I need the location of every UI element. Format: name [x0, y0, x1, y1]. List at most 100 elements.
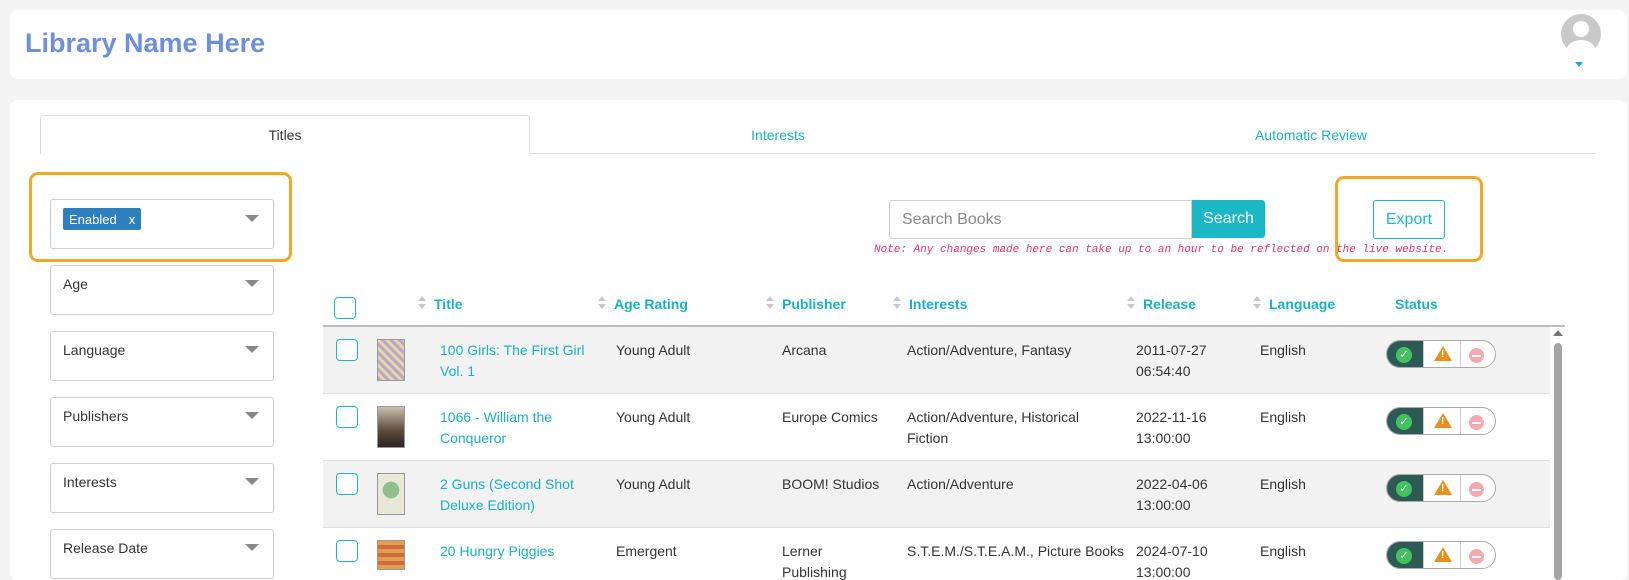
interests-cell: Action/Adventure, Fantasy	[907, 342, 1072, 358]
warning-icon[interactable]: !	[1434, 413, 1452, 428]
row-checkbox[interactable]	[336, 339, 358, 361]
status-toggle[interactable]: ✓ !	[1386, 340, 1496, 368]
column-header-interests[interactable]: Interests	[909, 296, 967, 312]
status-enabled-button[interactable]: ✓	[1387, 475, 1423, 501]
column-header-publisher[interactable]: Publisher	[782, 296, 846, 312]
tab-automatic-review[interactable]: Automatic Review	[1026, 115, 1596, 154]
interests-cell: Action/Adventure	[907, 476, 1014, 492]
search-input[interactable]: Search Books	[889, 200, 1192, 239]
sort-icon[interactable]	[766, 296, 774, 310]
row-checkbox[interactable]	[336, 540, 358, 562]
status-toggle[interactable]: ✓ !	[1386, 474, 1496, 502]
status-chip-label: Enabled	[69, 211, 117, 227]
age-rating-cell: Young Adult	[616, 409, 691, 425]
book-cover-image	[377, 473, 405, 515]
language-cell: English	[1260, 409, 1306, 425]
check-icon: ✓	[1396, 548, 1412, 564]
publishers-filter[interactable]: Publishers	[50, 397, 274, 447]
language-cell: English	[1260, 342, 1306, 358]
interests-cell: Action/Adventure, Historical Fiction	[907, 409, 1079, 446]
table-row: 1066 - William the Conqueror Young Adult …	[323, 394, 1550, 461]
chip-remove-icon[interactable]: x	[129, 212, 136, 227]
publishers-filter-label: Publishers	[63, 408, 129, 424]
warning-icon[interactable]: !	[1434, 547, 1452, 562]
language-filter[interactable]: Language	[50, 331, 274, 381]
chevron-down-icon[interactable]	[245, 346, 259, 353]
table-row: 100 Girls: The First Girl Vol. 1 Young Ad…	[323, 327, 1550, 394]
status-enabled-button[interactable]: ✓	[1387, 341, 1423, 367]
release-cell: 2011-07-27 06:54:40	[1136, 342, 1207, 379]
interests-filter[interactable]: Interests	[50, 463, 274, 513]
table-scrollbar[interactable]	[1554, 343, 1562, 580]
book-cover-image	[377, 339, 405, 381]
language-cell: English	[1260, 543, 1306, 559]
sort-icon[interactable]	[598, 296, 606, 310]
row-checkbox[interactable]	[336, 473, 358, 495]
release-cell: 2022-11-16 13:00:00	[1136, 409, 1207, 446]
export-button[interactable]: Export	[1373, 200, 1445, 239]
title-link[interactable]: 20 Hungry Piggies	[440, 541, 554, 562]
select-all-checkbox[interactable]	[334, 297, 356, 319]
chevron-down-icon[interactable]	[245, 412, 259, 419]
column-header-age-rating[interactable]: Age Rating	[614, 296, 688, 312]
release-date-filter[interactable]: Release Date	[50, 529, 274, 579]
publisher-cell: Europe Comics	[782, 409, 878, 425]
language-cell: English	[1260, 476, 1306, 492]
status-enabled-button[interactable]: ✓	[1387, 542, 1423, 568]
book-cover-image	[377, 540, 405, 570]
column-header-release[interactable]: Release	[1143, 296, 1196, 312]
status-filter[interactable]: Enabled x	[50, 199, 274, 249]
status-chip: Enabled x	[63, 208, 142, 230]
sort-icon[interactable]	[1127, 296, 1135, 310]
status-enabled-button[interactable]: ✓	[1387, 408, 1423, 434]
disabled-icon[interactable]	[1469, 482, 1484, 497]
release-cell: 2024-07-10 13:00:00	[1136, 543, 1208, 580]
language-filter-label: Language	[63, 342, 126, 358]
column-header-status: Status	[1395, 296, 1438, 312]
chevron-down-icon[interactable]	[245, 280, 259, 287]
chevron-down-icon[interactable]	[245, 215, 259, 222]
user-avatar-icon[interactable]	[1561, 14, 1601, 54]
table-row: 20 Hungry Piggies Emergent Lerner Publish…	[323, 528, 1550, 580]
age-rating-cell: Young Adult	[616, 476, 691, 492]
age-filter[interactable]: Age	[50, 265, 274, 315]
disabled-icon[interactable]	[1469, 549, 1484, 564]
check-icon: ✓	[1396, 481, 1412, 497]
status-toggle[interactable]: ✓ !	[1386, 407, 1496, 435]
column-header-title[interactable]: Title	[434, 296, 463, 312]
age-rating-cell: Young Adult	[616, 342, 691, 358]
chevron-down-icon[interactable]	[245, 478, 259, 485]
sort-icon[interactable]	[1253, 296, 1261, 310]
disabled-icon[interactable]	[1469, 415, 1484, 430]
warning-icon[interactable]: !	[1434, 346, 1452, 361]
chevron-down-icon[interactable]	[245, 544, 259, 551]
tab-interests[interactable]: Interests	[530, 115, 1026, 154]
interests-cell: S.T.E.M./S.T.E.A.M., Picture Books	[907, 543, 1125, 559]
title-link[interactable]: 2 Guns (Second Shot Deluxe Edition)	[440, 474, 574, 516]
sort-icon[interactable]	[418, 296, 426, 310]
check-icon: ✓	[1396, 414, 1412, 430]
tab-titles[interactable]: Titles	[40, 115, 530, 154]
publisher-cell: Lerner Publishing	[782, 543, 847, 580]
sort-icon[interactable]	[893, 296, 901, 310]
warning-icon[interactable]: !	[1434, 480, 1452, 495]
disabled-icon[interactable]	[1469, 348, 1484, 363]
book-cover-image	[377, 406, 405, 448]
scroll-up-icon[interactable]	[1553, 330, 1563, 336]
row-checkbox[interactable]	[336, 406, 358, 428]
publisher-cell: Arcana	[782, 342, 827, 358]
interests-filter-label: Interests	[63, 474, 117, 490]
title-link[interactable]: 1066 - William the Conqueror	[440, 407, 552, 449]
publisher-cell: BOOM! Studios	[782, 476, 880, 492]
release-cell: 2022-04-06 13:00:00	[1136, 476, 1208, 513]
age-filter-label: Age	[63, 276, 88, 292]
column-header-language[interactable]: Language	[1269, 296, 1335, 312]
search-button[interactable]: Search	[1192, 200, 1265, 238]
app-header: Library Name Here	[10, 10, 1627, 79]
release-date-filter-label: Release Date	[63, 540, 148, 556]
chevron-down-icon[interactable]	[1575, 62, 1583, 67]
title-link[interactable]: 100 Girls: The First Girl Vol. 1	[440, 340, 584, 382]
age-rating-cell: Emergent	[616, 543, 677, 559]
status-toggle[interactable]: ✓ !	[1386, 541, 1496, 569]
check-icon: ✓	[1396, 347, 1412, 363]
